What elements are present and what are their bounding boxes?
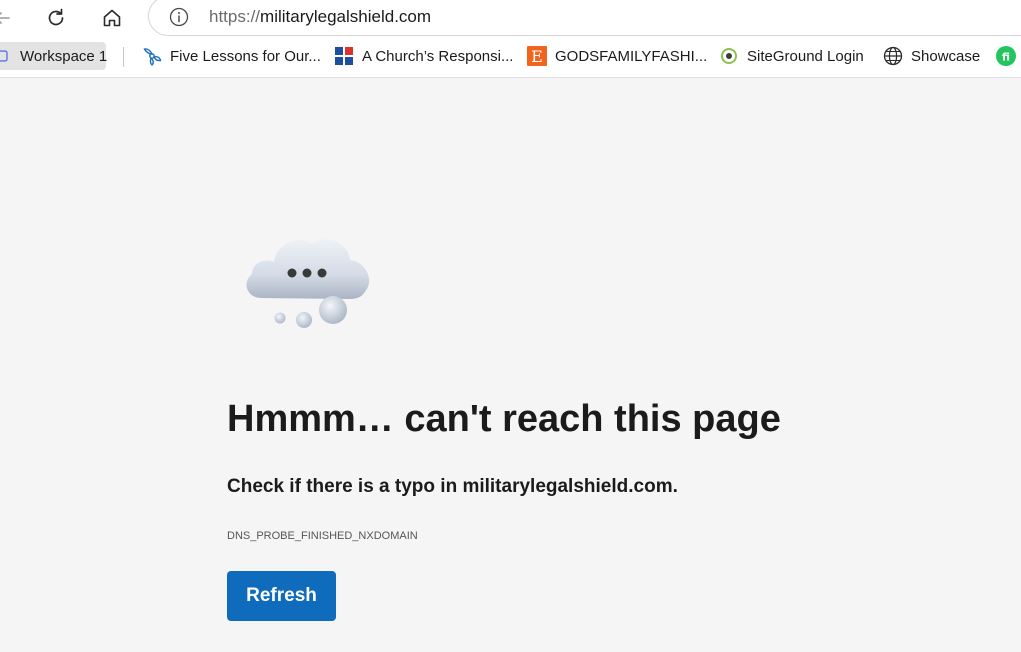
fi-logo-icon: fi <box>996 46 1016 66</box>
bookmark-siteground[interactable]: SiteGround Login <box>719 42 864 70</box>
bookmark-five-lessons[interactable]: Five Lessons for Our... <box>142 42 321 70</box>
bookmark-workspace[interactable]: Workspace 1 <box>0 42 108 70</box>
tripod-logo-icon <box>143 48 162 66</box>
typo-hint: Check if there is a typo in militarylega… <box>227 476 678 497</box>
back-arrow-icon <box>0 12 10 24</box>
bookmark-label: Five Lessons for Our... <box>170 47 321 65</box>
address-bar[interactable]: https://militarylegalshield.com <box>148 0 1021 36</box>
error-headline: Hmmm… can't reach this page <box>227 398 781 440</box>
bookmarks-bar: Workspace 1 Five Lessons for Our... A Ch… <box>0 36 1021 78</box>
bookmark-label: SiteGround Login <box>747 47 864 65</box>
bookmarks-separator <box>123 47 124 67</box>
bookmark-church-response[interactable]: A Church’s Responsi... <box>334 42 513 70</box>
reload-icon <box>48 8 64 26</box>
url-scheme: https:// <box>209 7 261 26</box>
bookmark-label: Workspace 1 <box>20 47 108 65</box>
bookmark-fi[interactable]: fi <box>996 42 1021 70</box>
site-info-icon[interactable] <box>169 7 189 27</box>
globe-icon <box>883 46 903 66</box>
home-icon <box>103 9 121 27</box>
url-host: militarylegalshield.com <box>260 7 432 26</box>
bookmark-label: Showcase <box>911 47 981 65</box>
bookmark-showcase[interactable]: Showcase <box>883 42 980 70</box>
error-code: DNS_PROBE_FINISHED_NXDOMAIN <box>227 530 418 542</box>
bookmark-label: A Church’s Responsi... <box>362 47 514 65</box>
siteground-icon <box>721 48 737 64</box>
cloud-thinking-icon <box>246 239 370 328</box>
browser-toolbar: https://militarylegalshield.com <box>0 0 1021 36</box>
back-button[interactable] <box>0 2 18 34</box>
bookmark-godsfamily[interactable]: E GODSFAMILYFASHI... <box>527 42 707 70</box>
address-url[interactable]: https://militarylegalshield.com <box>209 7 431 27</box>
reload-button[interactable] <box>40 2 72 34</box>
workspace-icon <box>0 50 8 62</box>
error-page: Hmmm… can't reach this page Check if the… <box>0 78 1021 652</box>
etsy-e-icon: E <box>527 46 547 66</box>
home-button[interactable] <box>96 2 128 34</box>
bookmark-label: GODSFAMILYFASHI... <box>555 47 708 65</box>
svg-text:E: E <box>531 47 543 66</box>
grid-logo-icon <box>335 47 353 65</box>
refresh-button[interactable]: Refresh <box>227 571 336 621</box>
svg-text:fi: fi <box>1002 51 1010 64</box>
